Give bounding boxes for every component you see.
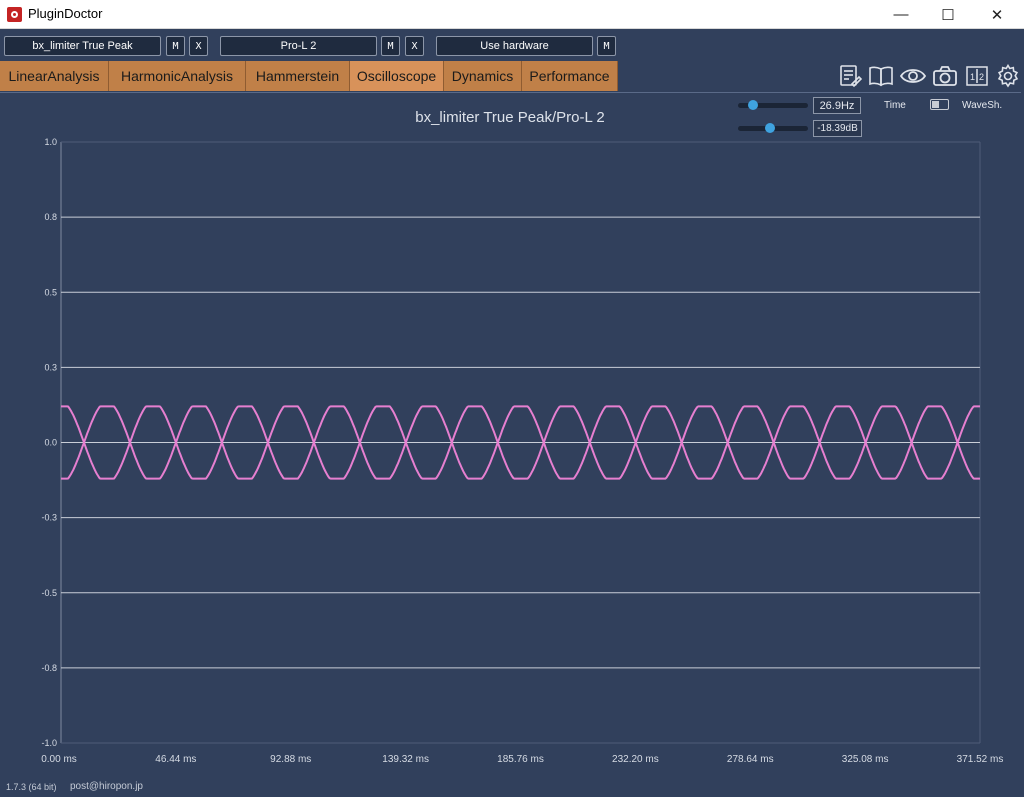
y-tick-label: 0.8 bbox=[44, 212, 57, 222]
x-tick-label: 325.08 ms bbox=[842, 754, 889, 765]
x-tick-label: 371.52 ms bbox=[957, 754, 1004, 765]
y-tick-label: -0.5 bbox=[41, 588, 57, 598]
oscilloscope-plot[interactable]: 1.0 0.8 0.5 0.3 0.0 -0.3 -0.5 -0.8 -1.0 0.00 ms 46… bbox=[0, 0, 1024, 797]
y-tick-label: -1.0 bbox=[41, 738, 57, 748]
y-tick-label: 0.3 bbox=[44, 362, 57, 372]
x-tick-label: 139.32 ms bbox=[382, 754, 429, 765]
y-tick-label: 1.0 bbox=[44, 137, 57, 147]
y-tick-label: 0.5 bbox=[44, 287, 57, 297]
y-tick-label: -0.8 bbox=[41, 663, 57, 673]
version-text: 1.7.3 (64 bit) bbox=[6, 782, 57, 792]
x-tick-label: 232.20 ms bbox=[612, 754, 659, 765]
x-tick-label: 46.44 ms bbox=[155, 754, 196, 765]
y-tick-label: -0.3 bbox=[41, 513, 57, 523]
x-tick-label: 0.00 ms bbox=[41, 754, 77, 765]
contact-email: post@hiropon.jp bbox=[70, 781, 143, 792]
x-tick-label: 278.64 ms bbox=[727, 754, 774, 765]
y-tick-label: 0.0 bbox=[44, 438, 57, 448]
x-tick-label: 92.88 ms bbox=[270, 754, 311, 765]
x-tick-label: 185.76 ms bbox=[497, 754, 544, 765]
